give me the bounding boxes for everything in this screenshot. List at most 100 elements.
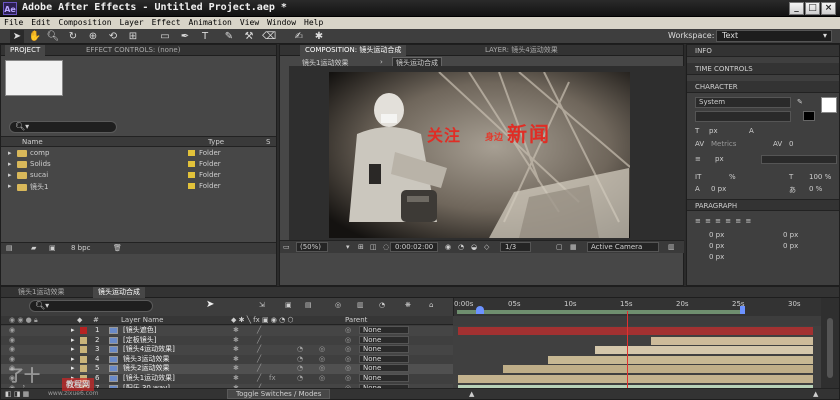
expand-arrow-icon[interactable]: ▸ xyxy=(8,160,12,168)
table-row[interactable]: ◉ ▸ 5 镜头2运动效果 ✱ ╱ ◔ ◎ ◎ None xyxy=(1,364,453,374)
visibility-eye-icon[interactable]: ◉ xyxy=(9,326,15,335)
column-type[interactable]: Type xyxy=(208,138,224,146)
expand-arrow-icon[interactable]: ▸ xyxy=(8,149,12,157)
collapse-switch-icon[interactable]: ✱ xyxy=(233,345,239,354)
tsume-value[interactable]: 0 % xyxy=(809,185,822,193)
table-row[interactable]: ◉ ▸ 3 [镜头4运动效果] ✱ ╱ ◔ ◎ ◎ None xyxy=(1,345,453,355)
font-family-select[interactable]: System xyxy=(695,97,791,108)
vertical-scale-value[interactable]: % xyxy=(729,173,736,181)
menu-view[interactable]: View xyxy=(236,17,263,29)
layer-name[interactable]: [镜头遮色] xyxy=(123,326,156,335)
zoom-in-icon[interactable]: ▲ xyxy=(813,390,818,398)
maximize-button[interactable]: □ xyxy=(805,2,820,15)
menu-help[interactable]: Help xyxy=(300,17,327,29)
pan-behind-tool-icon[interactable]: ⊞ xyxy=(126,30,140,43)
timeline-search-input[interactable]: 🔍︎▾ xyxy=(29,300,153,312)
indent-first-value[interactable]: 0 px xyxy=(709,242,724,250)
new-folder-icon[interactable]: ▰ xyxy=(31,244,36,252)
safe-zones-icon[interactable]: ◫ xyxy=(370,243,377,251)
motion-blur-switch-icon[interactable]: ◔ xyxy=(297,374,303,383)
eraser-tool-icon[interactable]: ⌫ xyxy=(262,30,276,43)
stroke-style-select[interactable] xyxy=(761,155,837,164)
work-area-end-handle[interactable] xyxy=(740,306,745,314)
quality-switch-icon[interactable]: ╱ xyxy=(257,364,261,373)
region-of-interest-icon[interactable]: ▢ xyxy=(556,243,563,251)
label-color-swatch[interactable] xyxy=(80,355,87,363)
graph-editor-icon[interactable]: ⌂ xyxy=(429,301,433,309)
region-icon[interactable]: ◇ xyxy=(484,243,489,251)
collapse-switch-icon[interactable]: ✱ xyxy=(233,355,239,364)
fill-color-swatch[interactable] xyxy=(821,97,837,113)
text-tool-icon[interactable]: T xyxy=(198,30,212,43)
expand-arrow-icon[interactable]: ▸ xyxy=(71,355,75,364)
snapshot-icon[interactable]: ◉ xyxy=(445,243,451,251)
list-item[interactable]: ▸ 镜头1 Folder xyxy=(1,181,276,192)
parent-select[interactable]: None xyxy=(359,335,409,345)
expand-arrow-icon[interactable]: ▸ xyxy=(71,336,75,345)
tab-effect-controls[interactable]: EFFECT CONTROLS: (none) xyxy=(81,45,185,56)
collapse-switch-icon[interactable]: ✱ xyxy=(233,364,239,373)
show-snapshot-icon[interactable]: ◔ xyxy=(458,243,464,251)
column-size[interactable]: S xyxy=(266,138,270,146)
paragraph-header[interactable]: PARAGRAPH xyxy=(687,199,839,211)
parent-select[interactable]: None xyxy=(359,364,409,373)
parent-pickwhip-icon[interactable]: ◎ xyxy=(345,345,351,354)
draft-3d-icon[interactable]: ▤ xyxy=(305,301,312,309)
resolution-select[interactable]: 1/3 xyxy=(500,242,532,252)
paragraph-align-icons[interactable]: ≡ ≡ ≡ ≡ ≡ ≡ xyxy=(695,217,752,225)
hand-tool-icon[interactable]: ✋ xyxy=(28,30,42,43)
expand-arrow-icon[interactable]: ▸ xyxy=(71,345,75,354)
menu-effect[interactable]: Effect xyxy=(148,17,185,29)
live-update-icon[interactable]: ▣ xyxy=(285,301,292,309)
frame-blending-icon[interactable]: ▥ xyxy=(357,301,364,309)
table-row[interactable]: ◉ ▸ 2 [定板镜头] ✱ ╱ ◎ None xyxy=(1,335,453,346)
stroke-width-unit[interactable]: px xyxy=(715,155,724,163)
new-comp-icon[interactable]: ▣ xyxy=(49,244,56,252)
current-timecode[interactable]: 0:00:02:00 xyxy=(390,242,439,252)
visibility-eye-icon[interactable]: ◉ xyxy=(9,336,15,345)
expand-arrow-icon[interactable]: ▸ xyxy=(71,326,75,335)
indent-left-value[interactable]: 0 px xyxy=(709,231,724,239)
toggle-switches-modes-button[interactable]: Toggle Switches / Modes xyxy=(227,389,331,399)
tab-timeline-shot1[interactable]: 镜头1运动效果 xyxy=(13,287,69,298)
column-name[interactable]: Name xyxy=(22,138,43,146)
parent-select[interactable]: None xyxy=(359,354,409,364)
collapse-switch-icon[interactable]: ✱ xyxy=(233,326,239,335)
table-row[interactable]: ◉ ▸ 1 [镜头遮色] ✱ ╱ ◎ None xyxy=(1,326,453,336)
composition-frame[interactable]: 关注 身边 新闻 xyxy=(329,72,630,238)
motion-blur-switch-icon[interactable]: ◔ xyxy=(297,364,303,373)
tab-composition[interactable]: COMPOSITION: 镜头运动合成 xyxy=(300,45,407,56)
parent-pickwhip-icon[interactable]: ◎ xyxy=(345,374,351,383)
puppet-tool-icon[interactable]: ✱ xyxy=(312,30,326,43)
brainstorm-icon[interactable]: ❋ xyxy=(405,301,411,309)
zoom-out-icon[interactable]: ▲ xyxy=(469,390,474,398)
font-size-unit[interactable]: px xyxy=(709,127,718,135)
tab-layer[interactable]: LAYER: 镜头4运动效果 xyxy=(480,45,563,56)
parent-pickwhip-icon[interactable]: ◎ xyxy=(345,364,351,373)
list-item[interactable]: ▸ Solids Folder xyxy=(1,159,276,170)
layer-duration-bar[interactable] xyxy=(458,327,813,335)
motion-blur-switch-icon[interactable]: ◔ xyxy=(297,355,303,364)
menu-layer[interactable]: Layer xyxy=(116,17,148,29)
quality-switch-icon[interactable]: ╱ xyxy=(257,345,261,354)
layer-duration-bar[interactable] xyxy=(503,365,813,374)
menu-composition[interactable]: Composition xyxy=(55,17,116,29)
minimize-button[interactable]: _ xyxy=(789,2,804,15)
motion-blur-switch-icon[interactable]: ◔ xyxy=(297,345,303,354)
parent-select[interactable]: None xyxy=(359,326,409,335)
quality-switch-icon[interactable]: ╱ xyxy=(257,336,261,345)
layer-name[interactable]: [镜头4运动效果] xyxy=(123,345,175,354)
tracking-value[interactable]: 0 xyxy=(789,140,793,148)
kerning-value[interactable]: Metrics xyxy=(711,140,736,148)
menu-file[interactable]: File xyxy=(0,17,27,29)
expand-arrow-icon[interactable]: ▸ xyxy=(71,364,75,373)
orbit-tool-icon[interactable]: ⟲ xyxy=(106,30,120,43)
label-color-swatch[interactable] xyxy=(80,365,87,373)
zoom-select[interactable]: (50%) xyxy=(296,242,329,252)
label-color-swatch[interactable] xyxy=(80,346,87,354)
collapse-switch-icon[interactable]: ✱ xyxy=(233,374,239,383)
3d-layer-switch-icon[interactable]: ◎ xyxy=(319,364,325,373)
clone-stamp-tool-icon[interactable]: ⚒ xyxy=(242,30,256,43)
hide-shy-icon[interactable]: ◎ xyxy=(335,301,341,309)
color-channel-icon[interactable]: ◒ xyxy=(471,243,477,251)
